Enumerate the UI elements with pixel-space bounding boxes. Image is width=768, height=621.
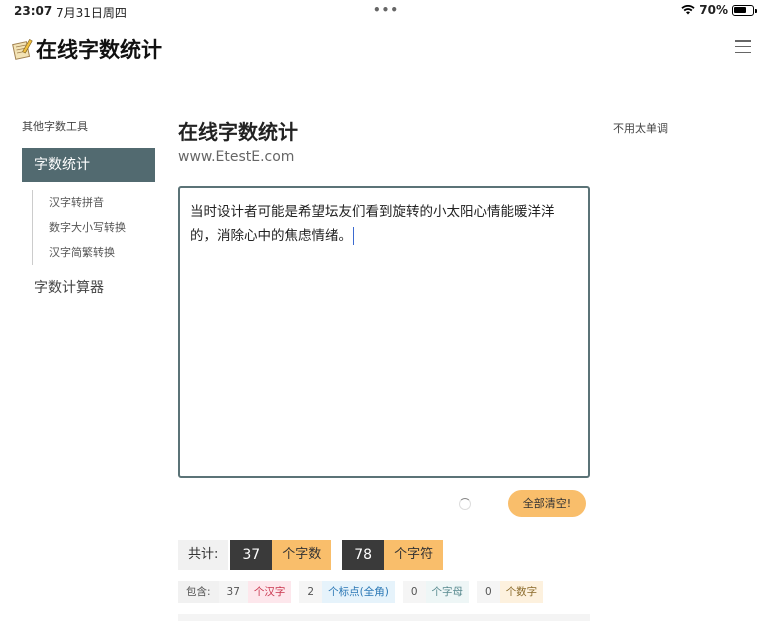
sidebar-item-pinyin[interactable]: 汉字转拼音: [49, 190, 157, 215]
hanzi-unit: 个汉字: [247, 581, 292, 603]
hamburger-icon[interactable]: [735, 40, 751, 53]
digit-count-badge: 0 个数字: [477, 581, 544, 603]
letter-count: 0: [402, 581, 426, 603]
text-line-last: 的，消除心中的焦虑情绪。: [190, 224, 578, 248]
digit-unit: 个数字: [499, 581, 544, 603]
logo-text: 在线字数统计: [36, 38, 162, 62]
symbol-count-unit: 个字符: [384, 540, 444, 570]
menu-line: [735, 51, 751, 53]
battery-fill: [734, 6, 746, 13]
sidebar-item-calculator[interactable]: 字数计算器: [22, 277, 157, 297]
menu-line: [735, 45, 751, 48]
page-title: 在线字数统计: [178, 120, 298, 144]
hanzi-count: 37: [218, 581, 248, 603]
totals-label: 共计:: [178, 540, 229, 570]
battery-percent: 70%: [699, 3, 728, 17]
symbol-count: 78: [342, 540, 385, 570]
site-logo[interactable]: 在线字数统计: [12, 34, 162, 64]
punct-count-badge: 2 个标点(全角): [299, 581, 395, 603]
text-line-content: 的，消除心中的焦虑情绪。: [190, 228, 352, 244]
sidebar: 其他字数工具 字数统计 汉字转拼音 数字大小写转换 汉字简繁转换 字数计算器: [22, 118, 157, 297]
menu-line: [735, 40, 751, 42]
sidebar-item-word-count[interactable]: 字数统计: [22, 148, 155, 182]
notepad-pencil-icon: [12, 39, 33, 60]
digit-count: 0: [477, 581, 500, 603]
punct-count: 2: [299, 581, 323, 603]
loading-spinner-icon: [459, 498, 471, 510]
sidebar-submenu: 汉字转拼音 数字大小写转换 汉字简繁转换: [32, 190, 157, 265]
wifi-icon: [681, 5, 695, 15]
sidebar-item-number-case[interactable]: 数字大小写转换: [49, 215, 157, 240]
status-right: 70%: [681, 3, 757, 17]
sidebar-title: 其他字数工具: [22, 120, 88, 133]
hanzi-count-badge: 37 个汉字: [218, 581, 292, 603]
text-caret: [353, 227, 354, 245]
char-count: 37: [230, 540, 273, 570]
sidebar-item-simplified-traditional[interactable]: 汉字简繁转换: [49, 240, 157, 265]
battery-icon: [732, 4, 757, 16]
right-column-text: 不用太单调: [613, 122, 668, 135]
punct-unit: 个标点(全角): [322, 581, 395, 603]
text-line: 当时设计者可能是希望坛友们看到旋转的小太阳心情能暖洋洋: [190, 204, 555, 220]
status-date: 7月31日周四: [56, 6, 127, 20]
bottom-panel-edge: [178, 614, 590, 621]
multitask-dots-icon[interactable]: •••: [373, 3, 399, 17]
contains-row: 包含: 37 个汉字 2 个标点(全角) 0 个字母 0 个数字: [178, 581, 544, 603]
totals-row: 共计: 37 个字数 78 个字符: [178, 540, 444, 570]
letter-unit: 个字母: [425, 581, 469, 603]
contains-label: 包含:: [178, 581, 219, 603]
text-input-area[interactable]: 当时设计者可能是希望坛友们看到旋转的小太阳心情能暖洋洋 的，消除心中的焦虑情绪。: [178, 186, 590, 478]
char-count-unit: 个字数: [272, 540, 332, 570]
letter-count-badge: 0 个字母: [402, 581, 469, 603]
site-url[interactable]: www.EtestE.com: [178, 149, 591, 165]
status-time: 23:07: [14, 4, 53, 18]
clear-all-button[interactable]: 全部清空!: [508, 490, 586, 517]
status-bar: 23:07 7月31日周四 ••• 70%: [0, 0, 768, 22]
main-content: 在线字数统计 www.EtestE.com: [178, 116, 591, 165]
